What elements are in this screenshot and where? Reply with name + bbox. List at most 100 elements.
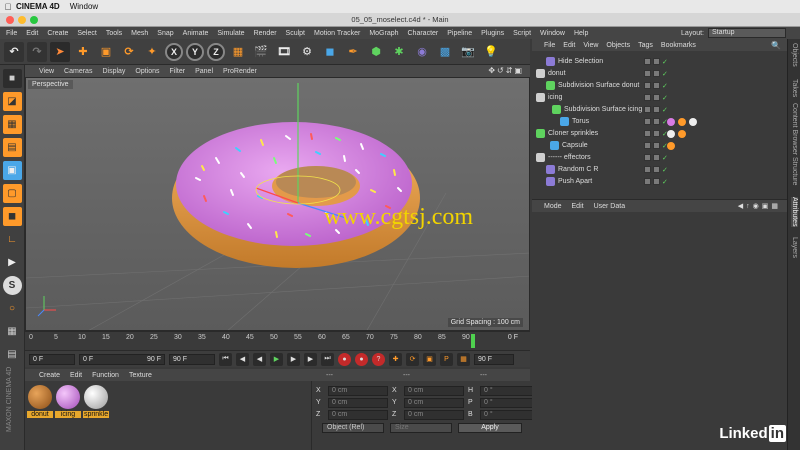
viewport[interactable]: Perspective www.cgtsj.com Grid Spacing :… (25, 77, 530, 331)
visibility-flags[interactable] (644, 58, 660, 65)
make-editable-icon[interactable]: ■ (2, 69, 22, 88)
enabled-check-icon[interactable]: ✓ (662, 94, 668, 102)
visibility-flags[interactable] (644, 154, 660, 161)
object-tags[interactable] (667, 141, 675, 150)
attributes-nav-icons[interactable]: ◀↑◉▣▦ (738, 202, 781, 210)
cloner-icon[interactable]: ✱ (389, 42, 409, 62)
next-keyframe-icon[interactable]: ▶ (304, 352, 317, 366)
position-x-field[interactable]: 0 cm (328, 385, 388, 396)
menu-tools[interactable]: Tools (106, 30, 122, 37)
keyframe-selection-icon[interactable]: ? (372, 352, 385, 366)
end-frame-field[interactable]: 90 F (169, 353, 215, 365)
snap-icon[interactable]: S (2, 276, 22, 295)
viewport-menu-filter[interactable]: Filter (170, 68, 186, 75)
object-row[interactable]: Torus ✓ (532, 116, 787, 127)
mac-menu-window[interactable]: Window (70, 2, 98, 11)
visibility-flags[interactable] (644, 70, 660, 77)
visibility-flags[interactable] (644, 142, 660, 149)
object-row[interactable]: Push Apart ✓ (532, 176, 787, 187)
move-tool-icon[interactable]: ✚ (73, 42, 93, 62)
size-mode-dropdown[interactable]: Size (390, 423, 452, 433)
object-row[interactable]: ------ effectors ✓ (532, 152, 787, 163)
scale-tool-icon[interactable]: ▣ (96, 42, 116, 62)
frame-rate-dropdown[interactable]: 90 F (474, 353, 514, 365)
apply-button[interactable]: Apply (458, 423, 522, 433)
enabled-check-icon[interactable]: ✓ (662, 70, 668, 78)
menu-character[interactable]: Character (408, 30, 439, 37)
side-tab-layers[interactable]: Layers (791, 237, 798, 258)
object-row[interactable]: Hide Selection ✓ (532, 56, 787, 67)
object-menu-tags[interactable]: Tags (638, 42, 653, 49)
menu-edit[interactable]: Edit (26, 30, 38, 37)
rotation-p-field[interactable]: 0 ° (480, 397, 540, 408)
recent-tool-icon[interactable]: ✦ (142, 42, 162, 62)
menu-sculpt[interactable]: Sculpt (286, 30, 305, 37)
points-mode-icon[interactable]: ▣ (2, 161, 22, 180)
menu-script[interactable]: Script (513, 30, 531, 37)
material-menu-edit[interactable]: Edit (70, 372, 82, 379)
menu-simulate[interactable]: Simulate (217, 30, 244, 37)
undo-icon[interactable]: ↶ (4, 41, 24, 62)
object-menu-file[interactable]: File (544, 42, 555, 49)
object-menu-bookmarks[interactable]: Bookmarks (661, 42, 696, 49)
autokey-icon[interactable]: ● (355, 352, 368, 366)
workplane-mode-icon[interactable]: ▤ (2, 138, 22, 157)
edges-mode-icon[interactable]: ▢ (2, 184, 22, 203)
zoom-window-button[interactable] (30, 16, 38, 24)
menu-pipeline[interactable]: Pipeline (447, 30, 472, 37)
visibility-flags[interactable] (644, 118, 660, 125)
app-name[interactable]: CINEMA 4D (16, 2, 60, 11)
apple-icon[interactable]:  (0, 2, 16, 12)
viewport-menu-panel[interactable]: Panel (195, 68, 213, 75)
rotation-h-field[interactable]: 0 ° (480, 385, 540, 396)
cube-primitive-icon[interactable]: ◼ (320, 42, 340, 62)
axis-mode-icon[interactable]: ∟ (3, 230, 22, 249)
solo-view-icon[interactable]: ▤ (3, 345, 22, 364)
object-row[interactable]: Cloner sprinkles ✓ (532, 128, 787, 139)
previous-frame-icon[interactable]: ◀ (253, 352, 266, 366)
size-x-field[interactable]: 0 cm (404, 385, 464, 396)
menu-snap[interactable]: Snap (157, 30, 173, 37)
viewport-menu-display[interactable]: Display (102, 68, 125, 75)
record-rotation-icon[interactable]: ⟳ (406, 352, 419, 366)
light-icon[interactable]: 💡 (481, 42, 501, 62)
visibility-flags[interactable] (644, 166, 660, 173)
menu-mesh[interactable]: Mesh (131, 30, 148, 37)
position-y-field[interactable]: 0 cm (328, 397, 388, 408)
enabled-check-icon[interactable]: ✓ (662, 106, 668, 114)
material-menu-create[interactable]: Create (39, 372, 60, 379)
size-y-field[interactable]: 0 cm (404, 397, 464, 408)
y-axis-lock-button[interactable]: Y (186, 42, 204, 61)
menu-file[interactable]: File (6, 30, 17, 37)
object-row[interactable]: Random C R ✓ (532, 164, 787, 175)
material-menu-function[interactable]: Function (92, 372, 119, 379)
visibility-flags[interactable] (644, 178, 660, 185)
material-menu-texture[interactable]: Texture (129, 372, 152, 379)
object-row[interactable]: Subdivision Surface icing ✓ (532, 104, 787, 115)
side-tab-structure[interactable]: Structure (791, 157, 798, 185)
side-tab-attributes[interactable]: Attributes (791, 197, 798, 227)
viewport-menu-options[interactable]: Options (135, 68, 159, 75)
deformer-icon[interactable]: ◉ (412, 42, 432, 62)
material-sprinkle[interactable]: sprinkle (83, 385, 109, 418)
record-keys-icon[interactable]: ● (338, 352, 351, 366)
menu-animate[interactable]: Animate (183, 30, 209, 37)
viewport-camera-label[interactable]: Perspective (28, 80, 73, 89)
close-window-button[interactable] (6, 16, 14, 24)
enabled-check-icon[interactable]: ✓ (662, 58, 668, 66)
next-frame-icon[interactable]: ▶ (287, 352, 300, 366)
rotate-tool-icon[interactable]: ⟳ (119, 42, 139, 62)
object-menu-objects[interactable]: Objects (606, 42, 630, 49)
menu-plugins[interactable]: Plugins (481, 30, 504, 37)
timeline-playhead[interactable] (471, 334, 475, 348)
x-axis-lock-button[interactable]: X (165, 42, 183, 61)
side-tab-objects[interactable]: Objects (791, 43, 798, 67)
live-selection-icon[interactable]: ➤ (50, 41, 70, 62)
viewport-menu-view[interactable]: View (39, 68, 54, 75)
go-to-end-icon[interactable]: ⏭ (321, 352, 334, 366)
go-to-start-icon[interactable]: ⏮ (219, 352, 232, 366)
coordinate-system-icon[interactable]: ▦ (228, 42, 248, 62)
side-tab-content-browser[interactable]: Content Browser (791, 103, 798, 155)
camera-icon[interactable]: 📷 (458, 42, 478, 62)
enabled-check-icon[interactable]: ✓ (662, 154, 668, 162)
